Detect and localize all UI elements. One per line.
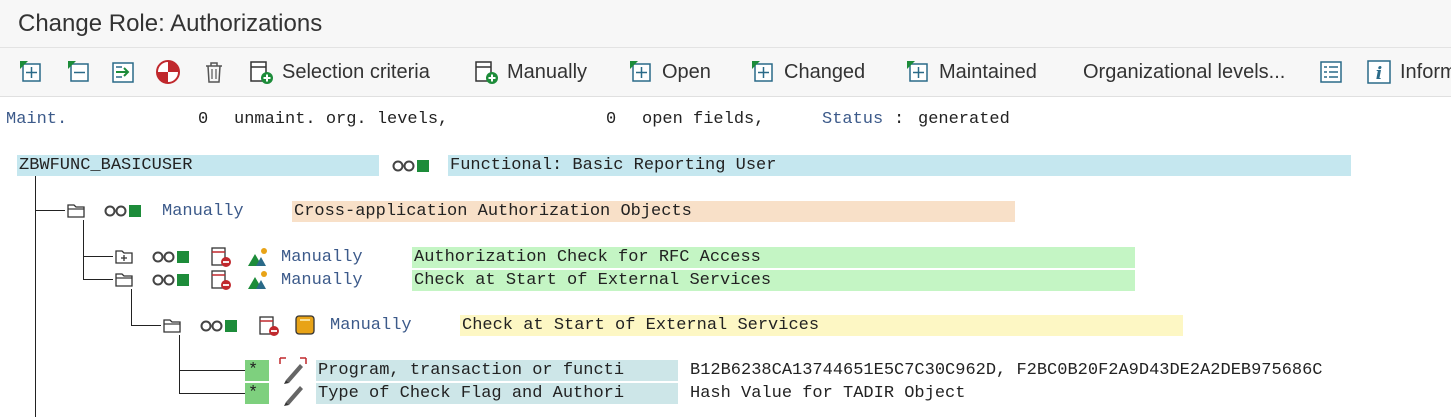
authorization-object-icon [295,315,315,335]
node-status-manually[interactable]: Manually [281,270,363,291]
collapse-all-icon [68,61,89,82]
open-count: 0 [606,110,617,129]
field-marker: * [248,361,259,380]
trash-icon [206,62,222,83]
page-title: Change Role: Authorizations [18,10,323,37]
list-button[interactable] [1318,58,1344,86]
level1-node-text[interactable]: Cross-application Authorization Objects [294,201,692,222]
title-bar: Change Role: Authorizations [0,0,1451,48]
level3-node-text[interactable]: Check at Start of External Services [462,315,819,336]
folder-icon [115,273,133,287]
expand-all-icon [20,61,41,82]
node-status-manually[interactable]: Manually [162,201,244,222]
tree-line [83,220,84,279]
tree-line [179,393,245,394]
add-manual-icon [475,61,498,84]
status-traffic-icon [200,320,237,332]
generate-icon [156,60,180,84]
maintained-button[interactable]: Maintained [905,58,1037,86]
maint-label: Maint. [6,110,68,129]
svg-text:i: i [1376,64,1382,84]
expand-maintained-icon [907,61,928,82]
tree-line [83,256,113,257]
level2-node-text[interactable]: Authorization Check for RFC Access [414,247,761,268]
delete-button[interactable] [202,58,226,86]
expand-open-icon [630,61,651,82]
selection-criteria-button[interactable]: Selection criteria [248,58,430,86]
open-text: open fields, [642,110,765,129]
collapse-all-button[interactable] [66,58,92,86]
status-traffic-icon [152,274,189,286]
info-icon: i [1367,60,1391,84]
organization-icon [248,248,267,266]
open-button[interactable]: Open [628,58,711,86]
tree-line [179,370,245,371]
tree-line [179,335,180,393]
tree-line [131,289,132,325]
toolbar: Selection criteria Manually Open Changed [0,48,1451,97]
unmaint-text: unmaint. org. levels, [234,110,449,129]
tree-line [35,176,36,417]
delete-template-icon[interactable] [258,315,280,337]
generate-button[interactable] [155,58,181,86]
status-separator: : [894,110,905,129]
unmaint-count: 0 [198,110,209,129]
root-node-text[interactable]: Functional: Basic Reporting User [450,155,776,176]
tree-line [35,210,65,211]
node-status-manually[interactable]: Manually [330,315,412,336]
manually-button[interactable]: Manually [473,58,587,86]
node-status-manually[interactable]: Manually [281,247,363,268]
list-icon [1320,61,1342,83]
field-value[interactable]: B12B6238CA13744651E5C7C30C962D, F2BC0B20… [690,360,1323,381]
field-marker: * [248,384,259,403]
tree-line [83,279,113,280]
folder-icon [163,319,181,333]
status-traffic-icon [152,251,189,263]
status-value: generated [918,110,1010,129]
field-value[interactable]: Hash Value for TADIR Object [690,383,965,404]
transfer-button[interactable] [110,58,136,86]
org-levels-button[interactable]: Organizational levels... [1083,58,1285,86]
information-button[interactable]: i Information [1366,58,1451,86]
status-traffic-icon [104,205,141,217]
delete-template-icon[interactable] [210,246,232,268]
field-name[interactable]: Program, transaction or functi [318,360,624,381]
status-traffic-icon [392,160,429,172]
edit-pencil-icon[interactable] [278,380,308,406]
field-name[interactable]: Type of Check Flag and Authori [318,383,624,404]
tree-line [131,325,161,326]
delete-template-icon[interactable] [210,269,232,291]
root-node-id[interactable]: ZBWFUNC_BASICUSER [19,155,192,176]
add-template-icon [250,61,273,84]
changed-button[interactable]: Changed [750,58,865,86]
expand-changed-icon [752,61,773,82]
level2-node-text[interactable]: Check at Start of External Services [414,270,771,291]
transfer-icon [112,62,134,83]
folder-plus-icon [115,250,133,264]
status-label: Status [822,110,884,129]
expand-all-button[interactable] [18,58,44,86]
folder-icon [67,204,85,218]
organization-icon [248,271,267,289]
